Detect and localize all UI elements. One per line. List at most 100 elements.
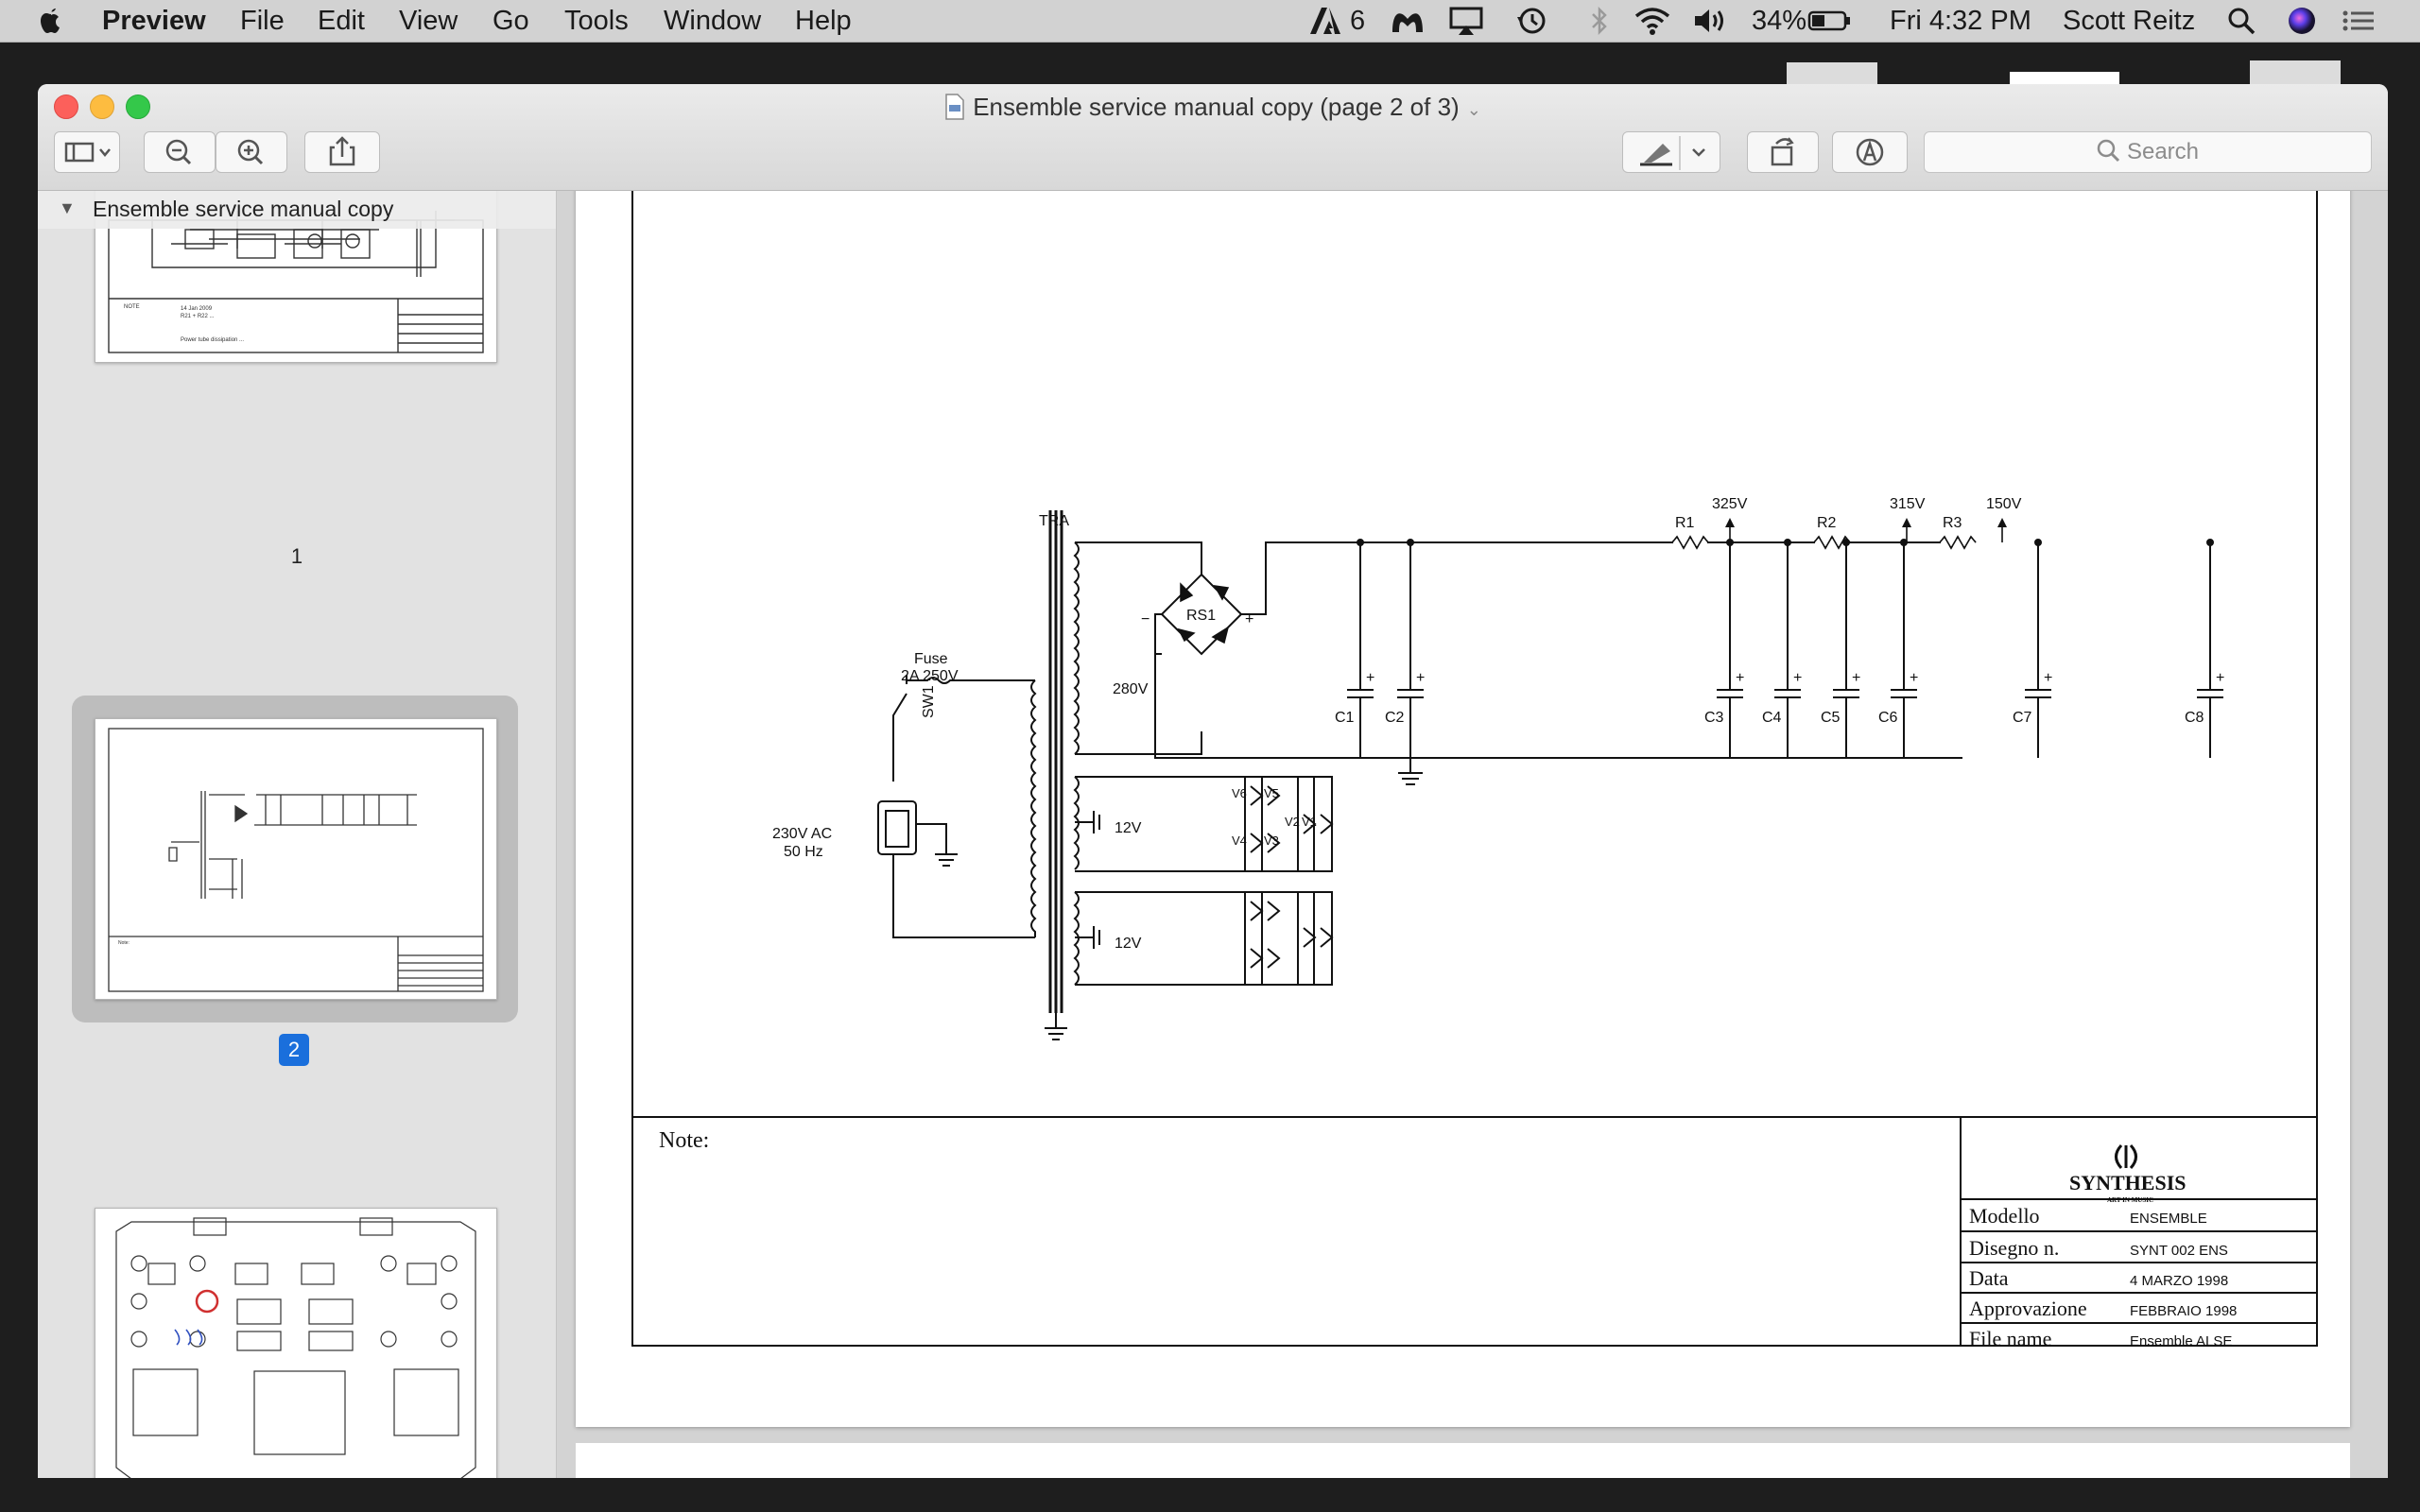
label-r3: R3 — [1943, 515, 1962, 531]
menu-file[interactable]: File — [240, 0, 285, 42]
markup-button[interactable] — [1832, 131, 1908, 173]
label-325v: 325V — [1712, 496, 1748, 512]
tb-value-file-name: Ensemble ALSE — [2130, 1333, 2232, 1349]
capacitor-plus-sign: + — [2216, 670, 2224, 686]
battery-icon[interactable] — [1807, 6, 1853, 36]
zoom-in-button[interactable] — [216, 131, 287, 173]
menu-help[interactable]: Help — [795, 0, 852, 42]
airplay-icon[interactable] — [1448, 6, 1484, 36]
label-c3: C3 — [1704, 710, 1724, 726]
chevron-down-icon[interactable]: ⌄ — [1467, 100, 1481, 119]
adobe-count: 6 — [1350, 6, 1366, 36]
page-label-2: 2 — [287, 1038, 301, 1061]
page-thumbnail-3[interactable] — [95, 1208, 497, 1478]
menu-bar: Preview File Edit View Go Tools Window H… — [0, 0, 2420, 43]
tb-value-modello: ENSEMBLE — [2130, 1211, 2207, 1227]
app-menu[interactable]: Preview — [102, 0, 206, 42]
spotlight-icon[interactable] — [2225, 6, 2257, 36]
highlighter-icon — [1640, 136, 1705, 170]
document-view[interactable]: TRA Fuse 2A 250V SW1 230V AC 50 Hz 280V … — [557, 191, 2388, 1478]
capacitor-plus-sign: + — [1736, 670, 1744, 686]
apple-icon[interactable] — [38, 6, 64, 36]
label-r2: R2 — [1817, 515, 1837, 531]
label-tube-v4: V4 — [1232, 833, 1247, 848]
svg-text:NOTE: NOTE — [124, 304, 140, 310]
user-name[interactable]: Scott Reitz — [2063, 0, 2195, 42]
label-mains-frequency: 50 Hz — [784, 844, 823, 860]
malwarebytes-icon[interactable] — [1390, 6, 1426, 36]
menu-tools[interactable]: Tools — [564, 0, 629, 42]
capacitor-plus-sign: + — [2044, 670, 2052, 686]
highlight-button[interactable] — [1622, 131, 1720, 173]
capacitor-plus-sign: + — [1852, 670, 1860, 686]
capacitor-plus-sign: + — [1366, 670, 1374, 686]
clock[interactable]: Fri 4:32 PM — [1890, 0, 2031, 42]
junction-dot — [1784, 539, 1791, 546]
brand-tagline: ART IN MUSIC — [2107, 1196, 2153, 1204]
sidebar-document-name: Ensemble service manual copy — [93, 197, 394, 221]
junction-dot — [1726, 539, 1734, 546]
svg-text:Power tube dissipation ...: Power tube dissipation ... — [181, 337, 244, 343]
junction-dot — [1900, 539, 1908, 546]
brand-name: SYNTHESIS — [2069, 1171, 2187, 1194]
siri-icon[interactable] — [2286, 6, 2318, 36]
tb-label-file-name: File name — [1969, 1327, 2051, 1350]
rotate-button[interactable] — [1747, 131, 1819, 173]
label-tube-v2: V2 — [1285, 815, 1300, 829]
thumbnail-sidebar[interactable]: ▼ Ensemble service manual copy NOTE 14 Ja… — [38, 191, 557, 1478]
window-title: Ensemble service manual copy (page 2 of … — [973, 93, 1460, 121]
menu-view[interactable]: View — [399, 0, 458, 42]
battery-percent: 34% — [1752, 6, 1807, 36]
page-thumbnail-2[interactable]: Note: — [95, 718, 497, 1000]
label-c8: C8 — [2185, 710, 2204, 726]
wifi-icon[interactable] — [1634, 6, 1671, 36]
junction-dot — [1357, 539, 1364, 546]
label-tube-v1: V1 — [1302, 815, 1317, 829]
zoom-out-icon — [165, 139, 192, 165]
bluetooth-icon[interactable] — [1588, 6, 1611, 36]
adobe-icon[interactable] — [1308, 6, 1342, 36]
label-c5: C5 — [1821, 710, 1841, 726]
search-placeholder: Search — [2126, 139, 2200, 164]
svg-text:14 Jan 2009: 14 Jan 2009 — [181, 306, 213, 312]
zoom-out-button[interactable] — [144, 131, 216, 173]
menu-window[interactable]: Window — [664, 0, 761, 42]
tb-label-data: Data — [1969, 1266, 2009, 1290]
tb-value-data: 4 MARZO 1998 — [2130, 1273, 2228, 1289]
synthesis-logo — [2115, 1143, 2137, 1170]
desktop-item — [1787, 62, 1877, 85]
volume-icon[interactable] — [1692, 6, 1730, 36]
capacitor-plus-sign: + — [1910, 670, 1918, 686]
desktop-item — [2010, 72, 2119, 85]
preview-window: Ensemble service manual copy (page 2 of … — [38, 84, 2388, 1478]
markup-icon — [1856, 138, 1884, 166]
label-fuse-rating: 2A 250V — [901, 668, 959, 684]
label-rect-plus: + — [1245, 611, 1253, 627]
label-tube-v5: V5 — [1264, 786, 1279, 800]
tb-value-approvazione: FEBBRAIO 1998 — [2130, 1303, 2237, 1319]
label-fuse: Fuse — [914, 651, 948, 667]
label-c2: C2 — [1385, 710, 1405, 726]
share-icon — [329, 136, 355, 166]
sidebar-header[interactable]: ▼ Ensemble service manual copy — [38, 191, 556, 229]
share-button[interactable] — [304, 131, 380, 173]
disclosure-triangle-icon[interactable]: ▼ — [59, 198, 76, 218]
window-title-area[interactable]: Ensemble service manual copy (page 2 of … — [38, 90, 2388, 127]
sidebar-icon — [64, 142, 111, 163]
label-c1: C1 — [1335, 710, 1355, 726]
zoom-in-icon — [237, 139, 264, 165]
label-heater-2: 12V — [1115, 936, 1142, 952]
menu-go[interactable]: Go — [493, 0, 529, 42]
menu-edit[interactable]: Edit — [318, 0, 365, 42]
search-field[interactable]: Search — [1924, 131, 2372, 173]
notification-center-icon[interactable] — [2341, 6, 2377, 36]
label-transformer: TRA — [1039, 513, 1069, 529]
label-mains-voltage: 230V AC — [772, 826, 832, 842]
label-heater-1: 12V — [1115, 820, 1142, 836]
sidebar-toggle-button[interactable] — [54, 131, 120, 173]
pdf-page-next — [576, 1443, 2350, 1478]
thumbnail-3-drawing — [115, 1217, 476, 1478]
schematic-drawing: TRA Fuse 2A 250V SW1 230V AC 50 Hz 280V … — [631, 191, 2318, 1350]
time-machine-icon[interactable] — [1514, 6, 1548, 36]
capacitor-plus-sign: + — [1793, 670, 1802, 686]
